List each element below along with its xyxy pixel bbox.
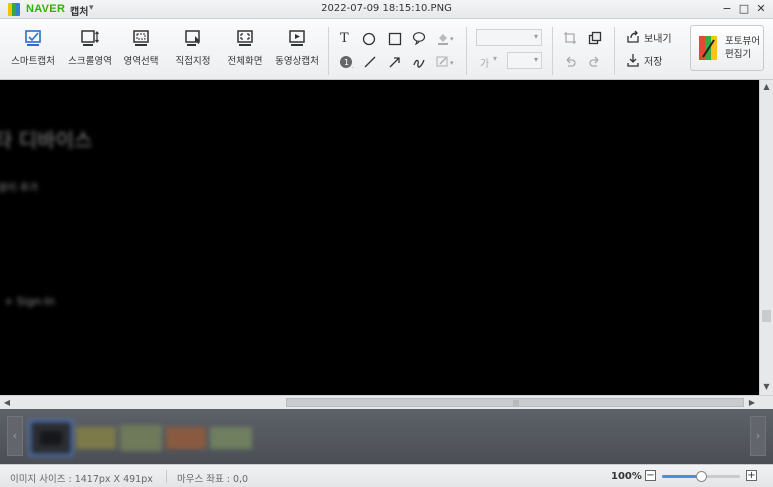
save-label: 저장 bbox=[644, 57, 663, 68]
photo-editor-label: 포토뷰어 편집기 bbox=[725, 35, 761, 61]
thumbnail-strip: ‹ › bbox=[0, 409, 773, 464]
direct-select-icon bbox=[185, 30, 200, 46]
direct-select-label: 직접지정 bbox=[175, 56, 211, 67]
title-bar: NAVER 캡처 ▾ 2022-07-09 18:15:10.PNG − □ ✕ bbox=[0, 0, 773, 19]
toolbar-divider bbox=[466, 27, 467, 75]
scroll-area-button[interactable]: 스크롤영역 bbox=[64, 29, 116, 75]
area-select-icon bbox=[133, 30, 149, 46]
ellipse-tool-icon[interactable] bbox=[362, 32, 376, 46]
video-capture-icon bbox=[289, 30, 305, 46]
photo-viewer-editor-button[interactable]: 포토뷰어 편집기 bbox=[690, 25, 764, 71]
font-family-select[interactable] bbox=[476, 29, 542, 46]
svg-text:▾: ▾ bbox=[450, 59, 454, 67]
fullscreen-button[interactable]: 전체화면 bbox=[223, 29, 267, 75]
toolbar: 스마트캡처 스크롤영역 영역선택 직접지정 전체화면 동영상캡처 T ▾ 1 .… bbox=[0, 19, 773, 80]
fullscreen-label: 전체화면 bbox=[227, 56, 263, 67]
thumbnail-images[interactable] bbox=[26, 415, 256, 459]
rectangle-tool-icon[interactable] bbox=[388, 32, 402, 46]
app-logo-icon bbox=[8, 3, 20, 16]
number-stamp-tool-icon[interactable]: 1. bbox=[339, 55, 356, 69]
brand-name: NAVER bbox=[26, 3, 66, 15]
direct-select-button[interactable]: 직접지정 bbox=[170, 29, 216, 75]
font-size-select[interactable] bbox=[507, 52, 542, 69]
scroll-left-icon[interactable]: ◀ bbox=[0, 396, 14, 409]
photo-editor-label-line-1: 포토뷰어 bbox=[725, 36, 760, 47]
app-name: 캡처 bbox=[70, 7, 89, 18]
redo-icon[interactable] bbox=[588, 55, 602, 69]
smart-capture-icon bbox=[25, 30, 41, 46]
undo-icon[interactable] bbox=[563, 55, 577, 69]
svg-text:.: . bbox=[352, 63, 354, 69]
freehand-tool-icon[interactable] bbox=[412, 55, 426, 69]
svg-text:1: 1 bbox=[344, 58, 349, 67]
video-capture-button[interactable]: 동영상캡처 bbox=[271, 29, 323, 75]
photo-editor-icon bbox=[699, 36, 717, 60]
horizontal-scrollbar[interactable]: ◀ ||| ▶ bbox=[0, 395, 773, 409]
smart-capture-button[interactable]: 스마트캡처 bbox=[8, 29, 58, 75]
image-size-text: 이미지 사이즈 : 1417px X 491px bbox=[10, 474, 153, 485]
preview-text-line: 알리 추가 bbox=[0, 183, 38, 194]
app-menu-caret-icon[interactable]: ▾ bbox=[89, 3, 94, 13]
zoom-level-text: 100% bbox=[611, 471, 642, 482]
naver-capture-window: NAVER 캡처 ▾ 2022-07-09 18:15:10.PNG − □ ✕… bbox=[0, 0, 773, 487]
download-icon bbox=[627, 54, 639, 67]
arrow-tool-icon[interactable] bbox=[388, 55, 402, 69]
font-size-caret-icon: ▾ bbox=[493, 54, 498, 63]
scroll-grip-icon: ||| bbox=[513, 400, 520, 407]
svg-text:▾: ▾ bbox=[450, 35, 454, 43]
scroll-area-label: 스크롤영역 bbox=[68, 56, 112, 67]
crop-icon[interactable] bbox=[563, 31, 577, 45]
area-select-label: 영역선택 bbox=[123, 56, 159, 67]
smart-capture-label: 스마트캡처 bbox=[11, 56, 55, 67]
fullscreen-icon bbox=[237, 30, 253, 46]
preview-text-line: 타 디바이스 bbox=[0, 128, 93, 152]
scroll-area-icon bbox=[81, 30, 99, 46]
scroll-up-icon[interactable]: ▲ bbox=[760, 80, 773, 94]
thumbnail-prev-button[interactable]: ‹ bbox=[7, 416, 23, 456]
send-button[interactable]: 보내기 bbox=[624, 29, 676, 45]
zoom-slider-knob[interactable] bbox=[696, 471, 707, 482]
vertical-scrollbar[interactable]: ▲ ▼ bbox=[759, 80, 773, 395]
line-tool-icon[interactable] bbox=[363, 55, 377, 69]
fill-color-icon[interactable]: ▾ bbox=[436, 31, 456, 45]
toolbar-divider bbox=[552, 27, 553, 75]
area-select-button[interactable]: 영역선택 bbox=[120, 29, 162, 75]
window-title: 2022-07-09 18:15:10.PNG bbox=[321, 3, 452, 14]
maximize-button[interactable]: □ bbox=[737, 2, 751, 16]
resize-icon[interactable] bbox=[588, 31, 602, 45]
photo-editor-label-line-2: 편집기 bbox=[725, 49, 752, 60]
vertical-scroll-thumb[interactable] bbox=[762, 310, 771, 322]
share-icon bbox=[627, 30, 639, 43]
speech-bubble-tool-icon[interactable] bbox=[412, 31, 426, 45]
horizontal-scroll-thumb[interactable]: ||| bbox=[286, 398, 744, 407]
image-preview-canvas[interactable]: 타 디바이스 알리 추가 + Sign-In bbox=[0, 80, 759, 395]
preview-text-line: + Sign-In bbox=[4, 295, 55, 308]
zoom-in-button[interactable]: + bbox=[746, 470, 757, 481]
send-label: 보내기 bbox=[644, 34, 672, 45]
save-button[interactable]: 저장 bbox=[624, 52, 676, 68]
toolbar-divider bbox=[614, 27, 615, 75]
thumbnail-next-button[interactable]: › bbox=[750, 416, 766, 456]
close-button[interactable]: ✕ bbox=[754, 2, 768, 16]
toolbar-divider bbox=[328, 27, 329, 75]
status-divider bbox=[166, 470, 167, 483]
line-color-icon[interactable]: ▾ bbox=[436, 55, 456, 69]
status-bar: 이미지 사이즈 : 1417px X 491px 마우스 좌표 : 0,0 10… bbox=[0, 464, 773, 487]
zoom-slider[interactable] bbox=[662, 471, 740, 482]
text-tool-icon[interactable]: T bbox=[340, 31, 349, 46]
mouse-coords-text: 마우스 좌표 : 0,0 bbox=[177, 474, 249, 485]
zoom-out-button[interactable]: − bbox=[645, 470, 656, 481]
scroll-down-icon[interactable]: ▼ bbox=[760, 380, 773, 394]
font-size-label: 가 bbox=[480, 59, 490, 70]
video-capture-label: 동영상캡처 bbox=[275, 56, 319, 67]
minimize-button[interactable]: − bbox=[720, 2, 734, 16]
scroll-right-icon[interactable]: ▶ bbox=[745, 396, 759, 409]
